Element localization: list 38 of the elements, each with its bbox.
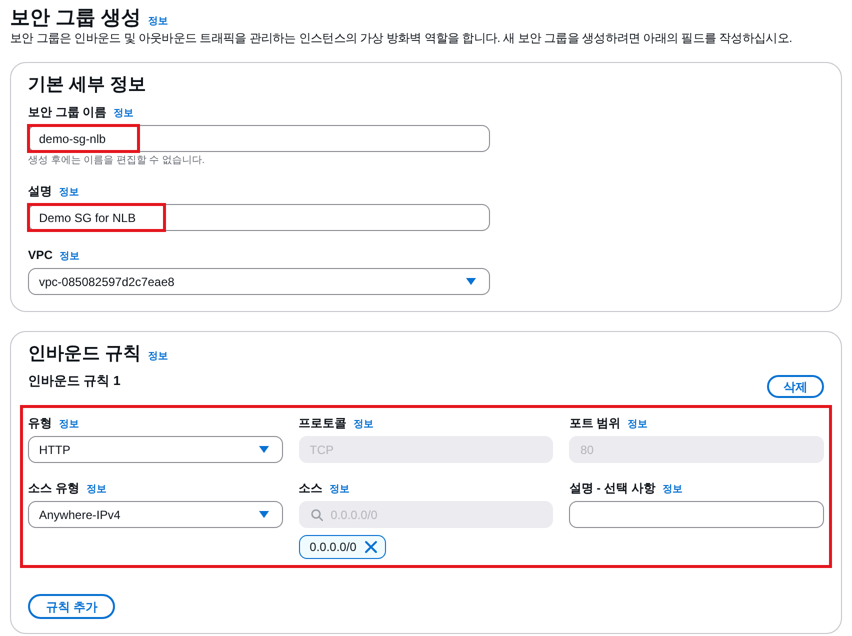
- field-label: 유형: [28, 415, 52, 431]
- remove-button[interactable]: [364, 540, 378, 554]
- page-description: 보안 그룹은 인바운드 및 아웃바운드 트래픽을 관리하는 인스턴스의 가상 방화벽 역할을 합니다. 새 보안 그룹을 생성하려면 아래의 필드를 작성하십시오.: [10, 30, 792, 46]
- panel-heading: 기본 세부 정보: [28, 73, 146, 95]
- select-field[interactable]: Anywhere-IPv4: [28, 501, 283, 528]
- field-label: 프로토콜: [298, 415, 347, 431]
- input-field[interactable]: Demo SG for NLB: [28, 204, 490, 231]
- info-link[interactable]: 정보: [59, 418, 79, 431]
- caret-down-icon: [258, 446, 269, 453]
- select-field[interactable]: vpc-085082597d2c7eae8: [28, 268, 490, 295]
- info-link[interactable]: 정보: [148, 350, 168, 363]
- field-label: 소스: [298, 480, 323, 496]
- caret-down-icon: [258, 511, 269, 518]
- field-label: 소스 유형: [28, 480, 80, 496]
- info-link[interactable]: 정보: [148, 15, 168, 28]
- field-label: 보안 그룹 이름: [28, 104, 107, 120]
- field-label: 설명 - 선택 사항: [569, 480, 656, 496]
- close-icon: [364, 540, 378, 554]
- field-hint: 생성 후에는 이름을 편집할 수 없습니다.: [28, 154, 206, 167]
- caret-down-icon: [466, 278, 476, 285]
- delete-button[interactable]: 삭제: [767, 375, 824, 398]
- info-link[interactable]: 정보: [59, 186, 79, 199]
- info-link[interactable]: 정보: [114, 107, 134, 120]
- info-link[interactable]: 정보: [662, 483, 682, 496]
- page-title: 보안 그룹 생성: [10, 6, 142, 30]
- field-label: 포트 범위: [569, 415, 621, 431]
- info-link[interactable]: 정보: [60, 250, 80, 263]
- input-field[interactable]: demo-sg-nlb: [28, 125, 490, 152]
- rule-title: 인바운드 규칙 1: [28, 373, 120, 389]
- token-label: 0.0.0.0/0: [310, 539, 356, 555]
- field-label: 설명: [28, 183, 52, 199]
- panel-heading: 인바운드 규칙: [28, 342, 142, 364]
- add-rule-button[interactable]: 규칙 추가: [28, 594, 116, 619]
- input-field[interactable]: [569, 501, 824, 528]
- select-field[interactable]: HTTP: [28, 436, 283, 463]
- info-link[interactable]: 정보: [86, 483, 106, 496]
- search-icon: [310, 509, 323, 521]
- field-label: VPC: [28, 247, 53, 263]
